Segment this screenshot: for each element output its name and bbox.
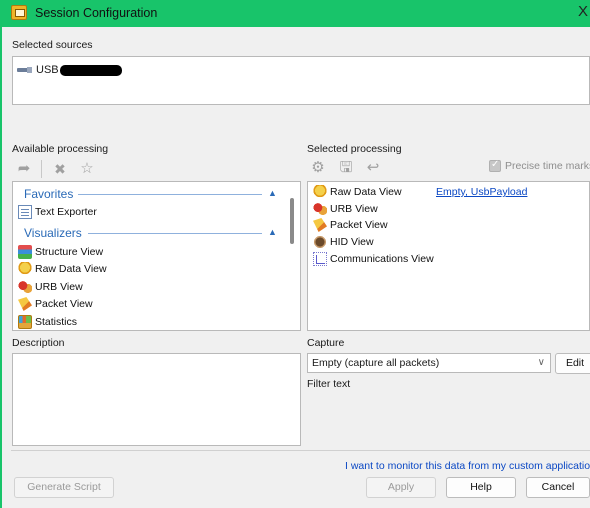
capture-selected-value: Empty (capture all packets) (312, 357, 440, 369)
item-label: Packet View (35, 298, 93, 310)
chevron-down-icon: ∨ (537, 357, 545, 368)
item-label: Communications View (330, 253, 434, 265)
list-item[interactable]: Packet View (18, 296, 93, 312)
list-item[interactable]: URB View (313, 201, 378, 217)
description-label: Description (12, 337, 65, 349)
raw-data-view-icon (313, 185, 327, 199)
raw-data-view-icon (18, 262, 32, 276)
item-label: Packet View (330, 219, 388, 231)
selected-sources-list[interactable]: USB (12, 56, 590, 105)
collapse-chevron-icon[interactable]: ▲ (268, 227, 277, 237)
group-favorites[interactable]: Favorites (24, 186, 73, 202)
gear-icon[interactable]: ⚙ (309, 159, 327, 177)
list-item[interactable]: Raw Data View (313, 184, 402, 200)
packet-view-icon (18, 297, 32, 311)
redacted-device-name (59, 64, 122, 76)
urb-view-icon (313, 202, 327, 216)
cancel-button[interactable]: Cancel (526, 477, 590, 498)
generate-script-button[interactable]: Generate Script (14, 477, 114, 498)
available-processing-label: Available processing (12, 143, 109, 155)
window-title: Session Configuration (35, 6, 158, 20)
app-icon (11, 5, 27, 20)
delete-x-icon[interactable]: ✖ (51, 160, 69, 178)
communications-view-icon (313, 252, 327, 266)
apply-button[interactable]: Apply (366, 477, 436, 498)
filter-link[interactable]: Empty, UsbPayload (436, 186, 527, 198)
filter-text-label: Filter text (307, 378, 351, 390)
close-icon[interactable]: X (578, 3, 588, 20)
collapse-chevron-icon[interactable]: ▲ (268, 188, 277, 198)
toolbar-separator (41, 160, 42, 178)
vertical-scrollbar[interactable] (290, 198, 294, 244)
selected-sources-label: Selected sources (12, 39, 93, 51)
title-bar: Session Configuration X (0, 0, 590, 27)
packet-view-icon (313, 218, 327, 232)
source-item[interactable]: USB (17, 63, 122, 77)
monitor-custom-app-link[interactable]: I want to monitor this data from my cust… (345, 460, 590, 472)
text-exporter-icon (18, 205, 32, 219)
undo-arrow-icon[interactable]: ↩ (364, 159, 382, 177)
urb-view-icon (18, 280, 32, 294)
list-item[interactable]: Raw Data View (18, 261, 107, 277)
item-label: Text Exporter (35, 206, 97, 218)
star-icon[interactable]: ☆ (78, 160, 96, 178)
list-item[interactable]: Communications View (313, 251, 434, 267)
list-item[interactable]: Text Exporter (18, 204, 97, 220)
usb-icon (17, 65, 33, 75)
precise-time-marks-checkbox[interactable] (489, 159, 501, 172)
item-label: URB View (330, 203, 378, 215)
item-label: URB View (35, 281, 83, 293)
list-item[interactable]: Structure View (18, 244, 103, 260)
group-divider (78, 194, 262, 195)
structure-view-icon (18, 245, 32, 259)
help-button[interactable]: Help (446, 477, 516, 498)
hid-view-icon (313, 235, 327, 249)
item-label: Statistics (35, 316, 78, 328)
list-item[interactable]: URB View (18, 279, 83, 295)
item-label: HID View (330, 236, 374, 248)
item-label: Structure View (35, 246, 104, 258)
save-icon[interactable]: 🖫 (337, 159, 355, 177)
item-label: Raw Data View (330, 186, 402, 198)
capture-label: Capture (307, 337, 345, 349)
statistics-icon (18, 315, 32, 329)
precise-time-marks-label: Precise time marks (505, 160, 590, 172)
selected-processing-label: Selected processing (307, 143, 402, 155)
capture-select[interactable]: Empty (capture all packets) ∨ (307, 353, 551, 373)
item-label: Raw Data View (35, 263, 107, 275)
window-border (0, 27, 2, 508)
footer-divider (11, 450, 590, 451)
group-visualizers[interactable]: Visualizers (24, 225, 82, 241)
list-item[interactable]: Statistics (18, 314, 77, 330)
edit-button[interactable]: Edit (555, 353, 590, 374)
forward-arrow-icon[interactable]: ➦ (15, 160, 33, 178)
group-divider (88, 233, 262, 234)
description-box (12, 353, 301, 446)
list-item[interactable]: HID View (313, 234, 374, 250)
list-item[interactable]: Packet View (313, 217, 388, 233)
source-label: USB (36, 64, 59, 76)
